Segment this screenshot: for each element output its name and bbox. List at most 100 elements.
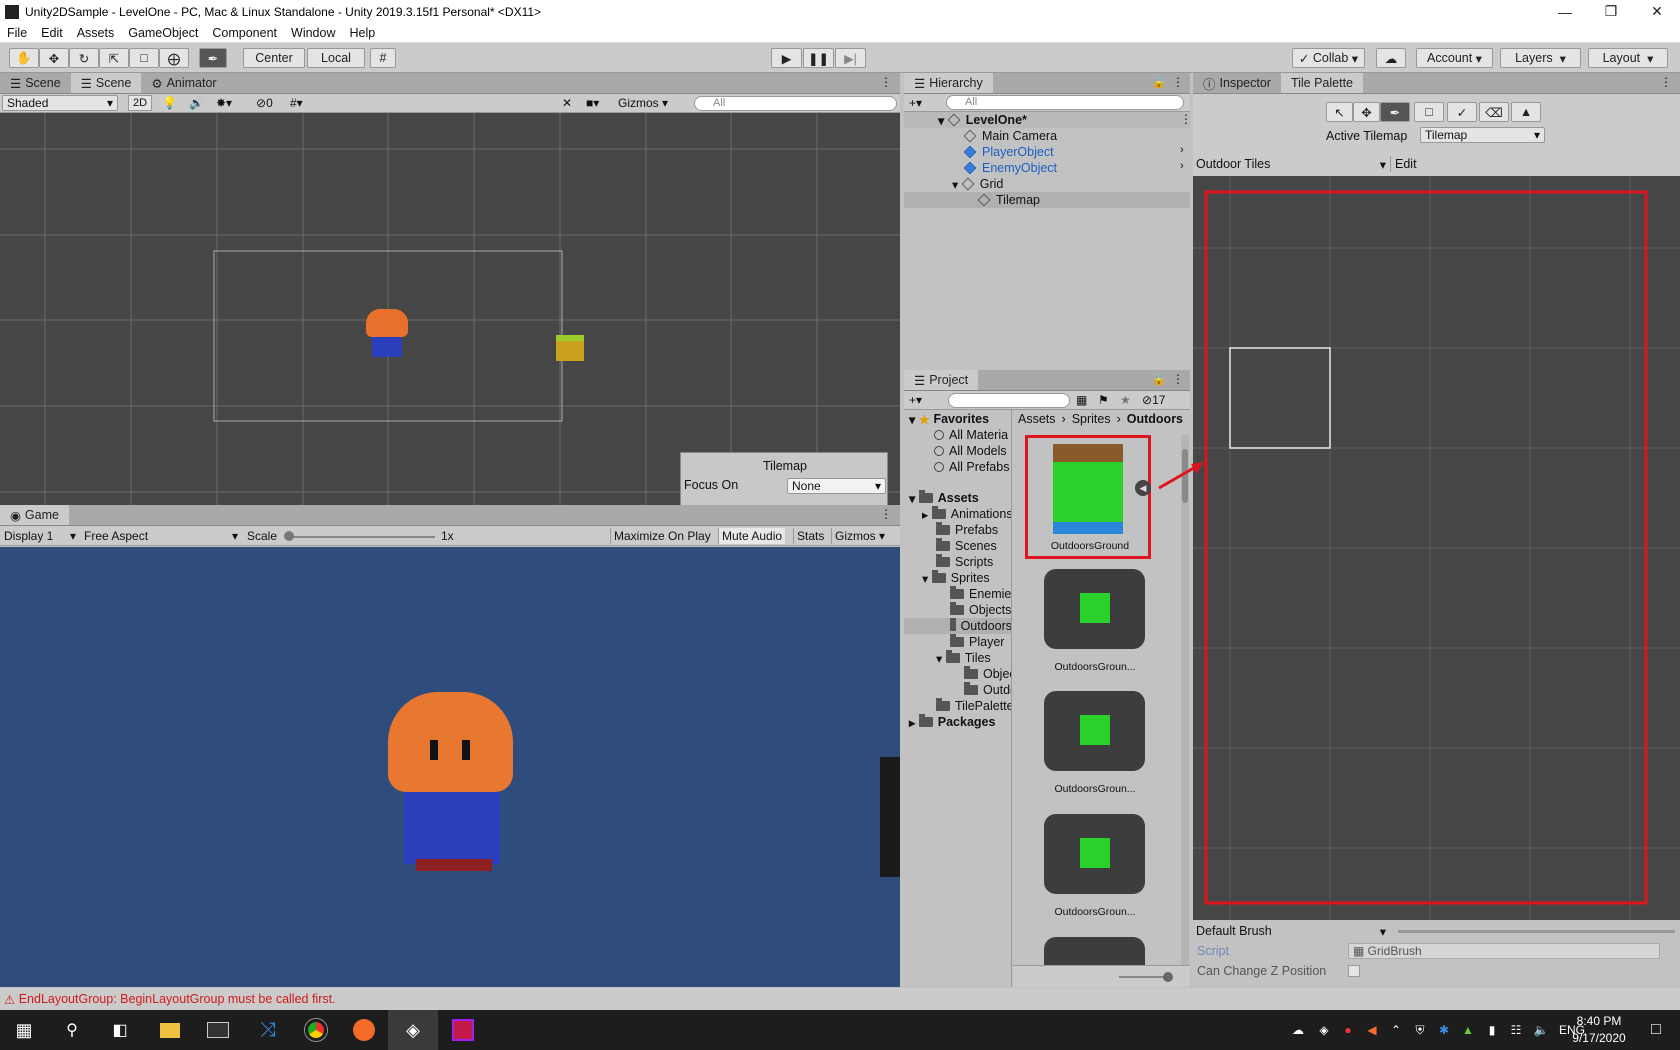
hierarchy-add-button[interactable]: +▾ — [909, 95, 922, 111]
paint-brush-icon[interactable]: ✒ — [1380, 102, 1410, 122]
folder-sprites[interactable]: ▾ Sprites — [904, 570, 990, 586]
scene-menu-icon[interactable]: ⋮ — [880, 75, 892, 89]
scale-slider-handle[interactable] — [284, 531, 294, 541]
step-button[interactable]: ▶| — [835, 48, 866, 68]
folder-objects[interactable]: Objects — [904, 602, 1011, 618]
hidden-objects-toggle[interactable]: ⊘ 0 — [256, 95, 273, 111]
defender-icon[interactable]: ⛨ — [1408, 1010, 1432, 1050]
file-explorer-icon[interactable] — [146, 1010, 194, 1050]
menu-assets[interactable]: Assets — [70, 26, 122, 40]
pivot-center-button[interactable]: Center — [243, 48, 305, 68]
menu-window[interactable]: Window — [284, 26, 342, 40]
unity-taskbar-icon[interactable]: ◈ — [388, 1010, 438, 1050]
menu-help[interactable]: Help — [342, 26, 382, 40]
unity-tray-icon[interactable]: ◈ — [1312, 1010, 1336, 1050]
app-tray-icon[interactable]: ● — [1336, 1010, 1360, 1050]
nvidia-icon[interactable]: ▲ — [1456, 1010, 1480, 1050]
expand-sprite-button[interactable]: ◀ — [1135, 480, 1151, 496]
favorite-star-icon[interactable]: ★ — [1120, 392, 1131, 408]
cloud-button[interactable]: ☁ — [1376, 48, 1406, 68]
hierarchy-item-levelone[interactable]: ▾ LevelOne* — [904, 112, 1190, 128]
tools-icon[interactable]: ✕ — [562, 95, 572, 111]
pause-button[interactable]: ❚❚ — [803, 48, 834, 68]
project-scrollbar[interactable] — [1181, 435, 1189, 965]
aspect-dropdown[interactable]: Free Aspect ▾ — [84, 528, 238, 544]
thumb-size-handle[interactable] — [1163, 972, 1173, 982]
tab-animator[interactable]: ⚙ Animator — [141, 73, 226, 93]
filter-label-icon[interactable]: ⚑ — [1098, 392, 1109, 408]
audio-icon[interactable]: 🔊 — [189, 95, 204, 111]
tab-game[interactable]: ◉ Game — [0, 505, 69, 525]
tab-project[interactable]: ☰ Project — [904, 370, 979, 390]
menu-gameobject[interactable]: GameObject — [121, 26, 205, 40]
postman-icon[interactable] — [340, 1010, 388, 1050]
rider-icon[interactable] — [438, 1010, 488, 1050]
active-tilemap-dropdown[interactable]: Tilemap ▾ — [1420, 127, 1545, 143]
project-search-input[interactable] — [948, 393, 1070, 408]
fav-all-models[interactable]: All Models — [904, 443, 1007, 459]
hierarchy-search-input[interactable]: All — [946, 95, 1184, 110]
hierarchy-item-grid[interactable]: ▾ Grid — [904, 176, 1003, 192]
chevron-up-icon[interactable]: ⌃ — [1384, 1010, 1408, 1050]
favorites-node[interactable]: ▾ ★ Favorites — [904, 411, 989, 427]
menu-edit[interactable]: Edit — [34, 26, 70, 40]
tab-hierarchy[interactable]: ☰ Hierarchy — [904, 73, 993, 93]
bluetooth-icon[interactable]: ✱ — [1432, 1010, 1456, 1050]
breadcrumb-assets[interactable]: Assets — [1018, 412, 1056, 426]
tab-tile-palette[interactable]: Tile Palette — [1280, 73, 1364, 93]
picker-icon[interactable]: ✓ — [1447, 102, 1477, 122]
battery-icon[interactable]: ▮ — [1480, 1010, 1504, 1050]
game-view[interactable] — [0, 547, 900, 987]
brush-tool-button[interactable]: ✒ — [199, 48, 227, 68]
game-gizmos-dropdown[interactable]: Gizmos ▾ — [831, 528, 888, 544]
palette-grid-view[interactable] — [1193, 176, 1680, 920]
project-lock-icon[interactable]: 🔒 — [1152, 373, 1166, 386]
edit-palette-button[interactable]: Edit — [1390, 156, 1421, 172]
grid-toggle-icon[interactable]: #▾ — [290, 95, 303, 111]
packages-node[interactable]: ▸ Packages — [904, 714, 995, 730]
assets-node[interactable]: ▾ Assets — [904, 490, 979, 506]
folder-tiles[interactable]: ▾ Tiles — [904, 650, 991, 666]
box-fill-icon[interactable]: □ — [1414, 102, 1444, 122]
flood-fill-icon[interactable]: ▲ — [1511, 102, 1541, 122]
z-position-checkbox[interactable] — [1348, 965, 1360, 977]
scale-slider[interactable] — [287, 536, 435, 538]
tab-inspector[interactable]: ⓘ Inspector — [1193, 73, 1281, 93]
move-selection-icon[interactable]: ✥ — [1353, 102, 1380, 122]
game-menu-icon[interactable]: ⋮ — [880, 507, 892, 521]
folder-enemies[interactable]: Enemies — [904, 586, 1011, 602]
close-button[interactable]: ✕ — [1634, 0, 1680, 23]
rotate-tool-button[interactable]: ↻ — [69, 48, 99, 68]
folder-scenes[interactable]: Scenes — [904, 538, 997, 554]
scale-tool-button[interactable]: ⇱ — [99, 48, 129, 68]
minimize-button[interactable]: — — [1542, 0, 1588, 23]
tab-scene-1[interactable]: ☰ Scene — [0, 73, 71, 93]
status-bar[interactable]: ⚠ EndLayoutGroup: BeginLayoutGroup must … — [0, 988, 1680, 1010]
play-button[interactable]: ▶ — [771, 48, 802, 68]
vscode-icon[interactable]: ⤨ — [244, 1010, 292, 1050]
lighting-icon[interactable]: 💡 — [162, 95, 177, 111]
account-dropdown[interactable]: Account ▾ — [1416, 48, 1493, 68]
notifications-icon[interactable]: □ — [1634, 1010, 1678, 1050]
tab-scene-2[interactable]: ☰ Scene — [70, 73, 142, 93]
folder-tiles-objects[interactable]: Objec — [904, 666, 1011, 682]
enemyobject-expand-icon[interactable]: › — [1180, 160, 1184, 172]
collab-dropdown[interactable]: ✓ Collab ▾ — [1292, 48, 1365, 68]
onedrive-icon[interactable]: ☁ — [1286, 1010, 1310, 1050]
thumb-size-slider[interactable] — [1119, 976, 1169, 978]
folder-animations[interactable]: ▸ Animations — [904, 506, 1011, 522]
postman-tray-icon[interactable]: ◀ — [1360, 1010, 1384, 1050]
eraser-icon[interactable]: ⌫ — [1479, 102, 1509, 122]
fav-all-prefabs[interactable]: All Prefabs — [904, 459, 1009, 475]
stats-toggle[interactable]: Stats — [793, 528, 827, 544]
transform-tool-button[interactable]: ⨁ — [159, 48, 189, 68]
tile-thumb-1[interactable] — [1044, 569, 1145, 649]
project-hidden-toggle[interactable]: ⊘ 17 — [1142, 392, 1165, 408]
restore-button[interactable]: ❐ — [1588, 0, 1634, 23]
wifi-icon[interactable]: ☷ — [1504, 1010, 1528, 1050]
folder-prefabs[interactable]: Prefabs — [904, 522, 998, 538]
layers-dropdown[interactable]: Layers ▾ — [1500, 48, 1581, 68]
hierarchy-item-playerobject[interactable]: PlayerObject — [904, 144, 1054, 160]
camera-icon[interactable]: ■▾ — [586, 95, 599, 111]
rect-tool-button[interactable]: □ — [129, 48, 159, 68]
